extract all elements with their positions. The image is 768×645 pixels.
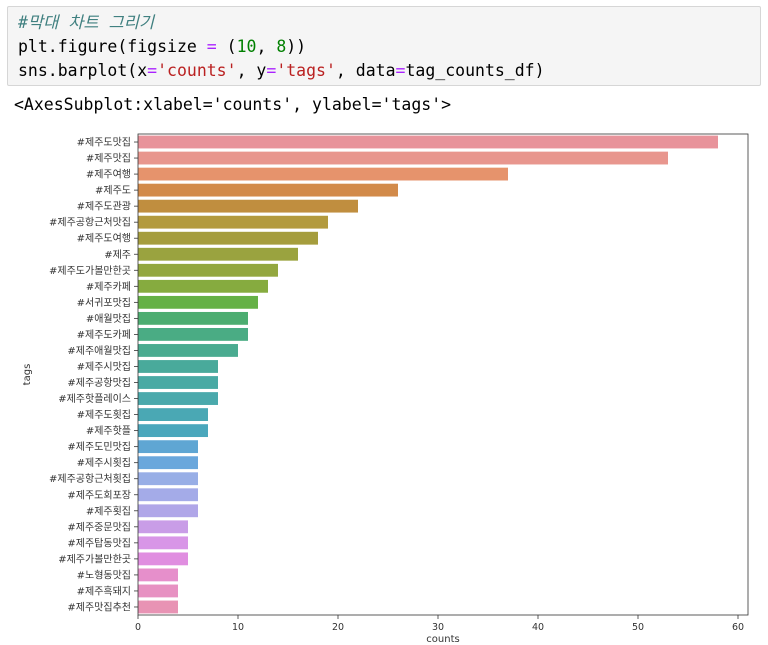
y-tick-label: #제주흑돼지 (77, 584, 131, 597)
code-operator: = (266, 61, 277, 80)
y-tick-label: #서귀포맛집 (77, 297, 131, 309)
y-tick-label: #제주시맛집 (77, 361, 131, 373)
y-tick-label: #제주핫플 (86, 425, 131, 437)
y-tick-label: #제주맛집 (86, 153, 131, 165)
code-token: ( (216, 37, 237, 56)
bar (138, 247, 298, 261)
code-number: 10 (236, 37, 257, 56)
bar (138, 135, 718, 149)
bars-group (138, 135, 718, 614)
bar (138, 167, 508, 181)
y-tick-label: #제주도가볼만한곳 (49, 265, 131, 277)
bar (138, 279, 268, 293)
bar (138, 408, 208, 421)
code-number: 8 (276, 37, 287, 56)
y-tick-label: #제주시횟집 (77, 457, 131, 469)
code-operator: = (395, 61, 406, 80)
code-string: 'tags' (276, 61, 336, 80)
y-tick-label: #제주맛집추천 (67, 601, 131, 613)
y-tick-label: #제주도맛집 (77, 137, 131, 149)
bar (138, 568, 178, 582)
bar (138, 536, 188, 550)
y-tick-label: #제주여행 (86, 169, 131, 181)
bar (138, 600, 178, 614)
y-tick-label: #제주도관광 (77, 201, 131, 213)
x-tick-label: 40 (532, 622, 544, 633)
y-tick-label: #제주애월맛집 (67, 345, 131, 357)
code-line-1: #막대 차트 그리기 (18, 11, 750, 35)
bar (138, 552, 188, 566)
code-token: )) (286, 37, 307, 56)
x-tick-label: 60 (732, 622, 744, 633)
y-tick-label: #제주공항근처맛집 (49, 217, 131, 229)
bar (138, 584, 178, 598)
bar (138, 504, 198, 518)
bar (138, 424, 208, 438)
bar (138, 263, 278, 277)
y-tick-label: #제주도 (95, 185, 131, 197)
y-tick-label: #제주핫플레이스 (58, 393, 131, 405)
bar (138, 344, 238, 357)
x-tick-label: 50 (632, 622, 644, 633)
code-token: , data (335, 61, 396, 80)
output-text: <AxesSubplot:xlabel='counts', ylabel='ta… (14, 95, 452, 114)
y-tick-label: #제주가볼만한곳 (58, 553, 131, 565)
bar (138, 392, 218, 405)
y-tick-label: #노형동맛집 (77, 569, 131, 581)
x-ticks: 0 10 20 30 40 50 60 (135, 615, 744, 633)
bar (138, 183, 398, 197)
y-tick-label: #제주도여행 (77, 233, 131, 245)
y-axis-label: tags (22, 364, 33, 386)
y-tick-label: #애월맛집 (86, 313, 131, 325)
code-token: tag_counts_df) (405, 61, 545, 80)
y-tick-label: #제주카페 (86, 281, 131, 293)
code-token: , y (236, 61, 267, 80)
bar (138, 311, 248, 325)
y-tick-label: #제주 (104, 249, 131, 261)
bar (138, 199, 358, 213)
bar (138, 376, 218, 389)
bar (138, 295, 258, 309)
code-line-3: sns.barplot(x='counts', y='tags', data=t… (18, 59, 750, 83)
y-tick-label: #제주도횟집 (77, 409, 131, 421)
code-token: sns.barplot(x (18, 61, 148, 80)
bar-chart: #제주도맛집 #제주맛집 #제주여행 #제주도 #제주도관광 #제주공항근처맛집 #제주도여… (22, 133, 749, 645)
y-tick-label: #제주도카페 (77, 329, 131, 341)
bar (138, 151, 668, 165)
y-tick-label: #제주도민맛집 (67, 441, 131, 453)
code-token: , (256, 37, 277, 56)
code-line-2: plt.figure(figsize = (10, 8)) (18, 35, 750, 59)
code-input-cell[interactable]: #막대 차트 그리기 plt.figure(figsize = (10, 8))… (7, 6, 761, 86)
bar (138, 215, 328, 229)
bar (138, 440, 198, 454)
bar (138, 456, 198, 470)
x-tick-label: 10 (232, 622, 244, 633)
code-comment: #막대 차트 그리기 (18, 13, 155, 32)
x-tick-label: 0 (135, 622, 141, 633)
x-axis-label: counts (426, 634, 459, 645)
code-string: 'counts' (157, 61, 237, 80)
y-tick-label: #제주도회포장 (67, 489, 131, 501)
y-tick-label: #제주횟집 (86, 505, 131, 517)
bar (138, 520, 188, 534)
y-tick-label: #제주탑동맛집 (67, 537, 131, 549)
code-operator: = (206, 37, 217, 56)
y-tick-label: #제주공항근처횟집 (49, 473, 131, 485)
y-tick-label: #제주중문맛집 (67, 521, 131, 533)
bar (138, 360, 218, 373)
bar (138, 472, 198, 486)
bar (138, 231, 318, 245)
y-tick-labels: #제주도맛집 #제주맛집 #제주여행 #제주도 #제주도관광 #제주공항근처맛집 #제주도여… (49, 137, 138, 613)
x-tick-label: 20 (332, 622, 344, 633)
code-operator: = (147, 61, 158, 80)
code-token: plt.figure(figsize (18, 37, 207, 56)
bar (138, 328, 248, 341)
x-tick-label: 30 (432, 622, 444, 633)
y-tick-label: #제주공항맛집 (67, 377, 131, 389)
bar (138, 488, 198, 502)
